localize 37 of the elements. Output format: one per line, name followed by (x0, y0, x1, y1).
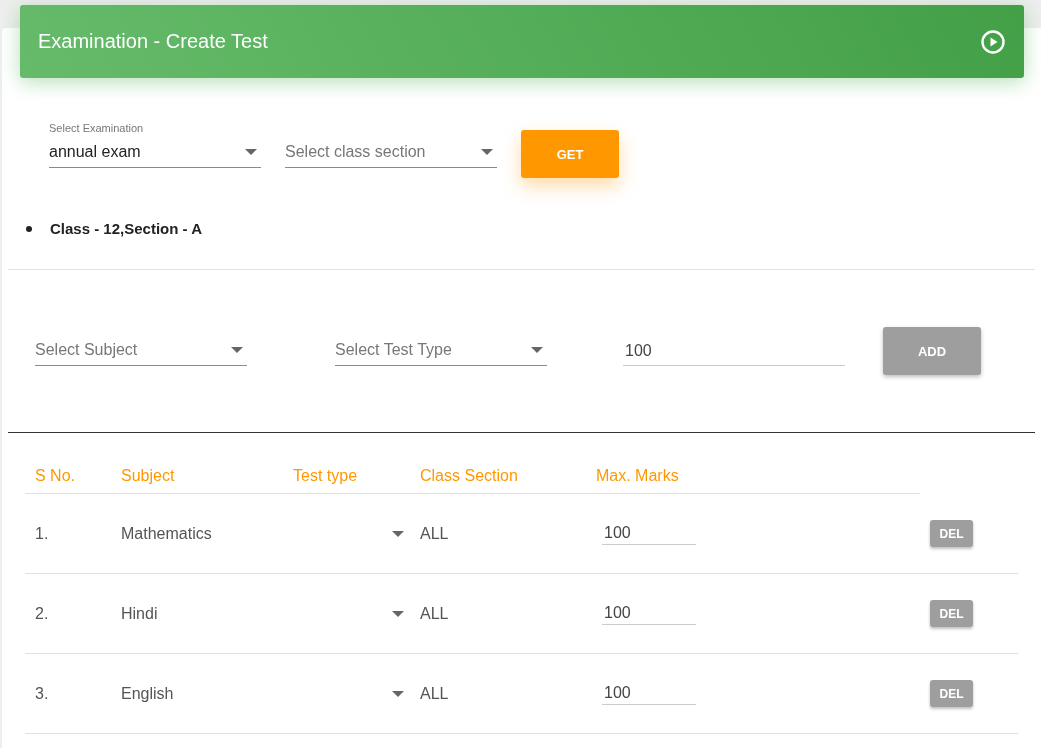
dropdown-caret-icon (392, 690, 404, 697)
bullet-icon (26, 225, 32, 232)
dropdown-caret-icon (481, 148, 493, 155)
dropdown-caret-icon (245, 148, 257, 155)
max-marks-field[interactable]: 100 (602, 682, 696, 705)
table-cell-text: ALL (420, 684, 450, 703)
page-title: Examination - Create Test (38, 30, 268, 53)
table-cell-text: English (121, 684, 175, 703)
table-cell-text: ALL (420, 604, 450, 623)
max-marks-field[interactable]: 100 (602, 522, 696, 545)
delete-button[interactable]: DEL (930, 520, 973, 547)
table-cell-text: 1. (35, 524, 50, 543)
dropdown-caret-icon (231, 346, 243, 353)
delete-button[interactable]: DEL (930, 680, 973, 707)
subject-select[interactable]: Select Subject (35, 336, 247, 366)
column-header: Subject (121, 467, 176, 485)
column-header: Max. Marks (596, 467, 680, 485)
table-cell-text: Hindi (121, 604, 159, 623)
class-section-select[interactable]: Select class section (285, 138, 497, 168)
dropdown-caret-icon (392, 530, 404, 537)
max-marks-field[interactable]: 100 (602, 602, 696, 625)
table-cell-text: ALL (420, 524, 450, 543)
delete-button[interactable]: DEL (930, 600, 973, 627)
class-section-text: Class - 12,Section - A (50, 220, 202, 237)
select-label: Select Examination (49, 122, 145, 134)
examination-select[interactable]: annual exam (49, 138, 261, 168)
dropdown-caret-icon (531, 346, 543, 353)
column-header: Test type (293, 467, 359, 485)
column-header: S No. (35, 467, 76, 485)
table-cell-text: 3. (35, 684, 50, 703)
dropdown-caret-icon (392, 610, 404, 617)
test-type-select[interactable]: Select Test Type (335, 336, 547, 366)
column-header: Class Section (420, 467, 519, 485)
max-marks-field[interactable]: 100 (623, 336, 845, 366)
table-cell-text: Mathematics (121, 524, 213, 543)
table-cell-text: 2. (35, 604, 50, 623)
play-circle-icon[interactable] (980, 28, 1006, 55)
